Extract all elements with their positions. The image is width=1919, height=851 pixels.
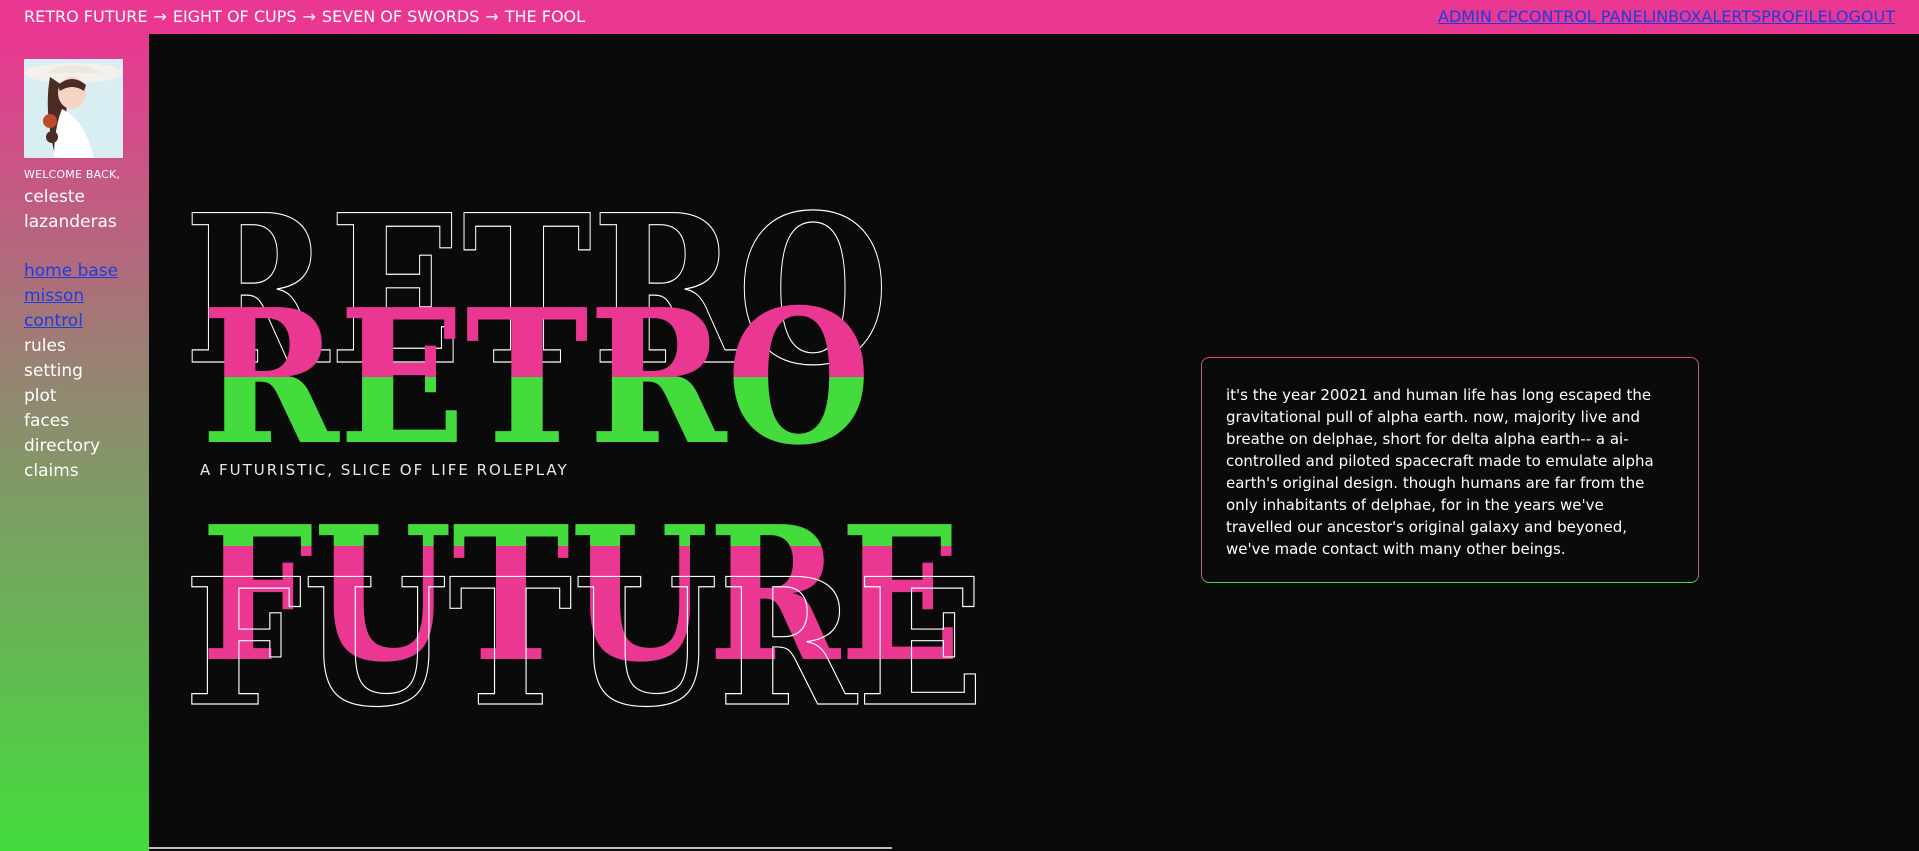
logout-link[interactable]: LOGOUT [1828, 7, 1895, 26]
alerts-link[interactable]: ALERTS [1701, 7, 1761, 26]
breadcrumb-separator: → [153, 7, 167, 26]
breadcrumb-separator: → [302, 7, 316, 26]
sidebar-item-label[interactable]: directory [24, 436, 100, 456]
avatar[interactable] [24, 59, 123, 158]
sidebar-item-control[interactable]: control [24, 309, 118, 334]
tagline: A FUTURISTIC, SLICE OF LIFE ROLEPLAY [200, 461, 569, 479]
top-nav: ADMIN CP CONTROL PANEL INBOX ALERTS PROF… [1438, 7, 1895, 26]
inbox-link[interactable]: INBOX [1651, 7, 1701, 26]
sidebar-item-label[interactable]: plot [24, 386, 57, 406]
sidebar-item-label[interactable]: rules [24, 336, 66, 356]
sidebar-item-misson[interactable]: misson [24, 284, 118, 309]
sidebar-item-rules[interactable]: rules [24, 334, 118, 359]
sidebar-item-directory[interactable]: directory [24, 434, 118, 459]
sidebar-item-label[interactable]: faces [24, 411, 69, 431]
profile-link[interactable]: PROFILE [1761, 7, 1827, 26]
breadcrumb-item[interactable]: THE FOOL [505, 7, 585, 26]
admin-cp-link[interactable]: ADMIN CP [1438, 7, 1518, 26]
breadcrumb: RETRO FUTURE → EIGHT OF CUPS → SEVEN OF … [24, 7, 585, 26]
breadcrumb-item[interactable]: SEVEN OF SWORDS [322, 7, 479, 26]
sidebar-item-label[interactable]: setting [24, 361, 83, 381]
sidebar-item-home-base[interactable]: home base [24, 259, 118, 284]
sidebar-nav: home base misson control rules setting p… [24, 259, 118, 484]
control-panel-link[interactable]: CONTROL PANEL [1518, 7, 1652, 26]
sidebar-item-label[interactable]: misson [24, 286, 84, 306]
top-bar: RETRO FUTURE → EIGHT OF CUPS → SEVEN OF … [0, 0, 1919, 34]
welcome-label: WELCOME BACK, [24, 168, 121, 181]
retro-future-logo: RETRO RETRO FUTURE FUTURE [183, 170, 984, 734]
word-retro: RETRO [201, 268, 871, 486]
sidebar: WELCOME BACK, celeste lazanderas home ba… [0, 34, 149, 851]
username: celeste lazanderas [24, 187, 117, 232]
breadcrumb-item[interactable]: RETRO FUTURE [24, 7, 147, 26]
intro-box: it's the year 20021 and human life has l… [1201, 357, 1699, 583]
sidebar-item-plot[interactable]: plot [24, 384, 118, 409]
sidebar-item-label[interactable]: control [24, 311, 83, 331]
breadcrumb-separator: → [485, 7, 499, 26]
breadcrumb-item[interactable]: EIGHT OF CUPS [173, 7, 297, 26]
horizontal-scrollbar[interactable] [149, 847, 892, 849]
sidebar-item-faces[interactable]: faces [24, 409, 118, 434]
avatar-illustration [24, 59, 123, 158]
intro-text: it's the year 20021 and human life has l… [1226, 386, 1654, 558]
word-future-outline: FUTURE [184, 541, 984, 734]
sidebar-item-setting[interactable]: setting [24, 359, 118, 384]
sidebar-item-claims[interactable]: claims [24, 459, 118, 484]
sidebar-item-label[interactable]: claims [24, 461, 79, 481]
sidebar-item-label[interactable]: home base [24, 261, 118, 281]
